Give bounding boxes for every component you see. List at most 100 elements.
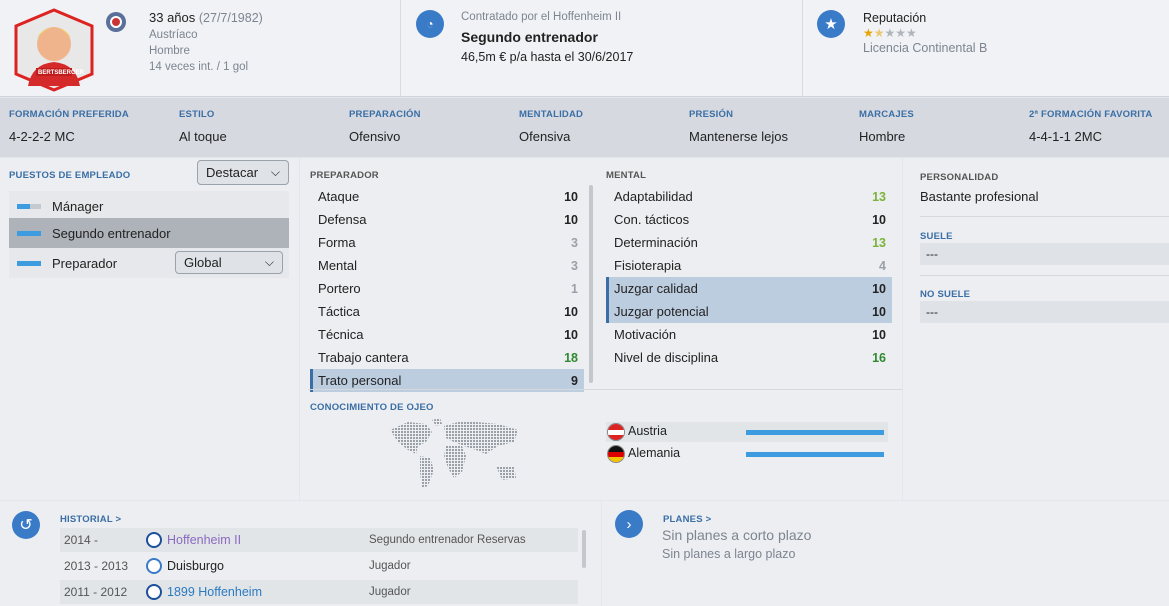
date-of-birth: (27/7/1982) (198, 11, 263, 25)
attribute-value: 10 (872, 281, 886, 296)
attribute-row[interactable]: Defensa 10 (310, 208, 584, 231)
attr-label: MARCAJES (859, 109, 914, 120)
likes-title: SUELE (920, 231, 953, 242)
attr-label: PRESIÓN (689, 109, 734, 120)
attributes-panel: PREPARADOR Ataque 10 Defensa 10 Forma 3 Mental… (300, 158, 902, 500)
attribute-row[interactable]: Trabajo cantera 18 (310, 346, 584, 369)
attribute-label: Táctica (318, 304, 360, 319)
international-caps: 14 veces int. / 1 gol (149, 61, 249, 73)
attribute-row[interactable]: Juzgar calidad 10 (606, 277, 892, 300)
attribute-row[interactable]: Portero 1 (310, 277, 584, 300)
attr-label: ESTILO (179, 109, 215, 120)
attribute-label: Forma (318, 235, 356, 250)
attribute-value: 4 (879, 258, 886, 273)
attribute-row[interactable]: Técnica 10 (310, 323, 584, 346)
job-label: Mánager (52, 198, 104, 214)
history-link[interactable]: HISTORIAL > (60, 514, 121, 525)
attribute-label: Mental (318, 258, 358, 273)
club-crest-icon (146, 532, 162, 548)
wage-text: 46,5m € p/a hasta el 30/6/2017 (461, 50, 634, 64)
attribute-row[interactable]: Juzgar potencial 10 (606, 300, 892, 323)
chevron-down-icon: ⌵ (270, 165, 280, 179)
history-club[interactable]: Hoffenheim II (167, 533, 241, 547)
staff-role: Segundo entrenador (461, 29, 598, 45)
nation-flag-icon (106, 12, 126, 32)
history-row[interactable]: 2014 - Hoffenheim II Segundo entrenador … (60, 528, 578, 552)
dislikes-value: --- (920, 301, 1169, 323)
attribute-label: Juzgar calidad (614, 281, 698, 296)
attribute-value: 9 (571, 373, 578, 388)
attribute-row[interactable]: Táctica 10 (310, 300, 584, 323)
history-years: 2011 - 2012 (64, 585, 128, 599)
attr-value: Ofensivo (349, 129, 401, 144)
history-years: 2013 - 2013 (64, 559, 129, 573)
job-row-manager[interactable]: Mánager (9, 191, 289, 221)
short-term-plans: Sin planes a corto plazo (662, 527, 812, 543)
history-scrollbar[interactable] (582, 530, 586, 568)
attribute-row[interactable]: Nivel de disciplina 16 (606, 346, 892, 369)
highlight-dropdown[interactable]: Destacar ⌵ (197, 160, 289, 185)
history-role: Segundo entrenador Reservas (369, 534, 526, 546)
history-row[interactable]: 2013 - 2013 Duisburgo Jugador (60, 554, 578, 578)
history-role: Jugador (369, 586, 411, 598)
history-club[interactable]: Duisburgo (167, 559, 224, 573)
attribute-label: Portero (318, 281, 361, 296)
attribute-row[interactable]: Ataque 10 (310, 185, 584, 208)
coach-scope-value: Global (184, 255, 222, 270)
attribute-value: 10 (872, 327, 886, 342)
plans-panel: › PLANES > Sin planes a corto plazo Sin … (602, 501, 1169, 606)
scrollbar[interactable] (589, 185, 593, 383)
history-row[interactable]: 2011 - 2012 1899 Hoffenheim Jugador (60, 580, 578, 604)
germany-flag-icon (607, 445, 625, 463)
jobs-panel: PUESTOS DE EMPLEADO Destacar ⌵ Mánager Se… (0, 158, 299, 500)
attribute-row[interactable]: Motivación 10 (606, 323, 892, 346)
job-fill (17, 231, 41, 236)
plans-link[interactable]: PLANES > (663, 514, 711, 525)
nationality: Austríaco (149, 29, 198, 41)
attribute-value: 18 (564, 350, 578, 365)
knowledge-bar (746, 452, 884, 457)
shirt-name: BERTSBERGER (38, 70, 85, 76)
club-badge-icon[interactable]: ◔ (416, 10, 444, 38)
star-full-icon: ★ (863, 26, 874, 40)
attribute-label: Determinación (614, 235, 698, 250)
attr-label: PREPARACIÓN (349, 109, 421, 120)
star-empty-icon: ★★★ (884, 26, 917, 40)
highlight-dropdown-value: Destacar (206, 165, 259, 180)
club-crest-icon (146, 584, 162, 600)
dislikes-title: NO SUELE (920, 289, 971, 300)
history-icon[interactable]: ↺ (12, 511, 40, 539)
attribute-row[interactable]: Forma 3 (310, 231, 584, 254)
job-label: Segundo entrenador (52, 225, 171, 241)
attribute-label: Motivación (614, 327, 677, 342)
reputation-stars: ★★★★★ (863, 26, 987, 40)
attribute-row[interactable]: Determinación 13 (606, 231, 892, 254)
attribute-value: 13 (872, 189, 886, 204)
staff-photo: BERTSBERGER (10, 8, 98, 92)
reputation-label: Reputación (863, 11, 927, 25)
attribute-row[interactable]: Mental 3 (310, 254, 584, 277)
attr-label: MENTALIDAD (519, 109, 584, 120)
attribute-row[interactable]: Con. tácticos 10 (606, 208, 892, 231)
attribute-label: Adaptabilidad (614, 189, 693, 204)
attribute-row[interactable]: Fisioterapia 4 (606, 254, 892, 277)
job-fill (17, 261, 41, 266)
history-club[interactable]: 1899 Hoffenheim (167, 585, 262, 599)
age-text: 33 años (149, 10, 196, 25)
coach-scope-dropdown[interactable]: Global ⌵ (175, 251, 283, 274)
chevron-down-icon: ⌵ (264, 255, 274, 269)
attribute-row[interactable]: Adaptabilidad 13 (606, 185, 892, 208)
attr-value: Mantenerse lejos (689, 129, 788, 144)
attribute-value: 10 (872, 212, 886, 227)
history-years: 2014 - (64, 533, 99, 547)
attr-label: 2ª FORMACIÓN FAVORITA (1029, 109, 1153, 120)
job-row-assistant[interactable]: Segundo entrenador (9, 218, 289, 248)
job-fill (17, 204, 31, 209)
scouting-title: CONOCIMIENTO DE OJEO (310, 402, 434, 413)
arrow-right-icon[interactable]: › (615, 510, 643, 538)
knowledge-bar (746, 430, 884, 435)
attribute-value: 3 (571, 258, 578, 273)
attribute-value: 10 (564, 189, 578, 204)
attribute-label: Juzgar potencial (614, 304, 709, 319)
attribute-value: 1 (571, 281, 578, 296)
